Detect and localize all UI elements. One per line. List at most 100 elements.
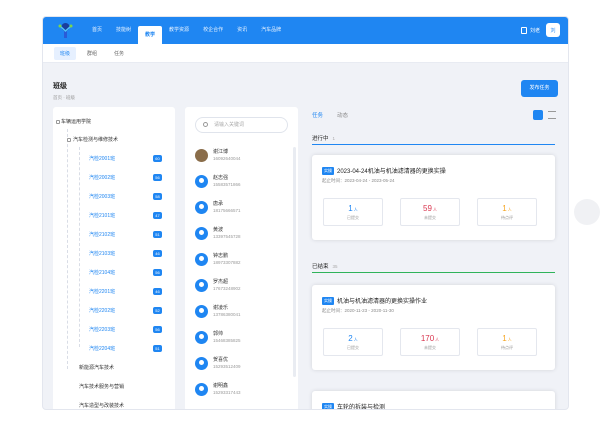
- class-count-badge: 56: [153, 174, 162, 181]
- student-item[interactable]: 谢凌乐 13786380041: [195, 303, 290, 323]
- task-card[interactable]: 实操 机油与机油滤清器的更换实操作业 起止时间：2020-11-23 - 2020-…: [312, 285, 555, 370]
- tree-class-item[interactable]: 汽检2001班 60: [89, 154, 162, 164]
- class-name: 汽检2103班: [89, 251, 116, 257]
- student-item[interactable]: 赵志强 15583571866: [195, 173, 290, 193]
- avatar-text: 刘: [550, 27, 556, 34]
- student-item[interactable]: 谢江博 16092640044: [195, 147, 290, 167]
- task-stat[interactable]: 1人 待点评: [477, 198, 537, 226]
- tree-class-item[interactable]: 汽检2103班 46: [89, 249, 162, 259]
- student-item[interactable]: 郭帅 15468385825: [195, 329, 290, 349]
- student-name: 赵志强: [213, 175, 229, 181]
- collapse-icon[interactable]: [67, 138, 71, 142]
- class-count-badge: 46: [153, 250, 162, 257]
- school-logo[interactable]: [57, 22, 74, 39]
- task-card[interactable]: 实操 2023-04-24机油与机油滤清器的更换实操起止时间：2023-04-24…: [312, 155, 555, 240]
- class-name: 汽检2101班: [89, 213, 116, 219]
- section-count: 35: [332, 264, 338, 269]
- class-name: 汽检2203班: [89, 327, 116, 333]
- nav-item-1[interactable]: 技能树: [109, 17, 138, 44]
- search-icon: [203, 122, 208, 127]
- user-name[interactable]: 刘老: [530, 27, 540, 34]
- top-navbar: 首页 技能树 教学 教学资源 校企合作 资讯 汽车品牌 刘老 刘: [43, 17, 568, 44]
- stat-unit: 人: [353, 207, 358, 212]
- subnav-item-2[interactable]: 任务: [108, 47, 130, 60]
- tree-class-item[interactable]: 汽检2102班 51: [89, 230, 162, 240]
- tree-class-item[interactable]: 汽检2201班 46: [89, 287, 162, 297]
- task-date: 起止时间：2023-04-24 - 2023-05-24: [322, 178, 395, 183]
- student-item[interactable]: 唐承 18175666571: [195, 199, 290, 219]
- tree-root[interactable]: 车辆运用学院: [61, 117, 91, 127]
- student-avatar: [195, 383, 208, 396]
- task-tab-0[interactable]: 任务: [312, 111, 323, 122]
- student-name: 贺喜优: [213, 357, 229, 363]
- tree-class-item[interactable]: 汽检2203班 56: [89, 325, 162, 335]
- stat-unit: 人: [507, 207, 512, 212]
- subnav-item-1[interactable]: 群组: [81, 47, 103, 60]
- task-stat[interactable]: 1人 已提交: [323, 198, 383, 226]
- class-name: 汽检2001班: [89, 156, 116, 162]
- student-name: 谢明鑫: [213, 383, 229, 389]
- student-item[interactable]: 贺喜优 15293512409: [195, 355, 290, 375]
- student-avatar: [195, 227, 208, 240]
- tree-group-item[interactable]: 新能源汽车技术: [79, 363, 114, 373]
- grid-view-icon[interactable]: [533, 110, 543, 120]
- stat-value: 1: [502, 204, 507, 213]
- class-name: 汽检2202班: [89, 308, 116, 314]
- nav-item-6[interactable]: 汽车品牌: [254, 17, 288, 44]
- tree-group[interactable]: 汽车检测与维修技术: [73, 135, 118, 145]
- tree-class-item[interactable]: 汽检2002班 56: [89, 173, 162, 183]
- subnav-item-0[interactable]: 班级: [54, 46, 77, 60]
- section-title: 已结束: [312, 264, 329, 270]
- tree-class-item[interactable]: 汽检2104班 56: [89, 268, 162, 278]
- student-item[interactable]: 谢明鑫 15293317443: [195, 381, 290, 401]
- nav-item-5[interactable]: 资讯: [230, 17, 254, 44]
- student-phone: 15468385825: [213, 338, 241, 343]
- list-view-icon[interactable]: [548, 111, 556, 119]
- floating-circle-button[interactable]: [574, 199, 600, 225]
- tree-class-item[interactable]: 汽检2204班 51: [89, 344, 162, 354]
- tree-group-item[interactable]: 汽车技术服务与营销: [79, 382, 124, 392]
- avatar[interactable]: 刘: [546, 23, 560, 37]
- tree-class-item[interactable]: 汽检2202班 52: [89, 306, 162, 316]
- stat-unit: 人: [507, 337, 512, 342]
- scrollbar[interactable]: [293, 147, 296, 377]
- student-avatar: [195, 201, 208, 214]
- student-item[interactable]: 黄波 13397545728: [195, 225, 290, 245]
- publish-task-button[interactable]: 发布任务: [521, 80, 558, 97]
- nav-item-3[interactable]: 教学资源: [162, 17, 196, 44]
- task-stat[interactable]: 59人 未提交: [400, 198, 460, 226]
- stat-value: 59: [423, 204, 432, 213]
- student-phone: 16092640044: [213, 156, 241, 161]
- student-avatar: [195, 175, 208, 188]
- task-tab-1[interactable]: 动态: [337, 111, 348, 122]
- student-avatar: [195, 331, 208, 344]
- nav-item-0[interactable]: 首页: [85, 17, 109, 44]
- nav-item-4[interactable]: 校企合作: [196, 17, 230, 44]
- task-type-tag: 实操: [322, 297, 334, 306]
- task-stat[interactable]: 170人 未提交: [400, 328, 460, 356]
- tree-class-item[interactable]: 汽检2003班 58: [89, 192, 162, 202]
- collapse-icon[interactable]: [56, 120, 60, 124]
- tree-group-item[interactable]: 汽车造型与改装技术: [79, 401, 124, 409]
- class-count-badge: 46: [153, 288, 162, 295]
- task-type-tag: 实操: [322, 403, 334, 410]
- section-header: 进行中 1: [312, 134, 335, 142]
- task-stat[interactable]: 2人 已提交: [323, 328, 383, 356]
- class-name: 汽检2102班: [89, 232, 116, 238]
- tree-class-item[interactable]: 汽检2101班 47: [89, 211, 162, 221]
- task-stat[interactable]: 1人 待点评: [477, 328, 537, 356]
- student-avatar: [195, 253, 208, 266]
- student-item[interactable]: 钟志鹏 18973307882: [195, 251, 290, 271]
- student-name: 谢江博: [213, 149, 229, 155]
- message-icon[interactable]: [520, 26, 527, 34]
- sub-navbar: 班级 群组 任务: [43, 44, 568, 63]
- nav-item-2[interactable]: 教学: [138, 26, 163, 44]
- student-item[interactable]: 罗杰超 17673248902: [195, 277, 290, 297]
- class-name: 汽检2104班: [89, 270, 116, 276]
- task-panel: 任务 动态 进行中 1 已结束 35 实操 2023-04-24机油与机油滤清器的更换实操起…: [308, 107, 563, 410]
- task-card[interactable]: 实操车轮的拆装与检测起止时间：2020-10-04 - 2020-10-07: [312, 391, 555, 410]
- task-title: 实操 2023-04-24机油与机油滤清器的更换实操: [322, 166, 446, 176]
- student-search-input[interactable]: 请输入关键词: [195, 117, 288, 133]
- stat-label: 未提交: [424, 215, 436, 220]
- stat-number: 170人: [401, 334, 459, 343]
